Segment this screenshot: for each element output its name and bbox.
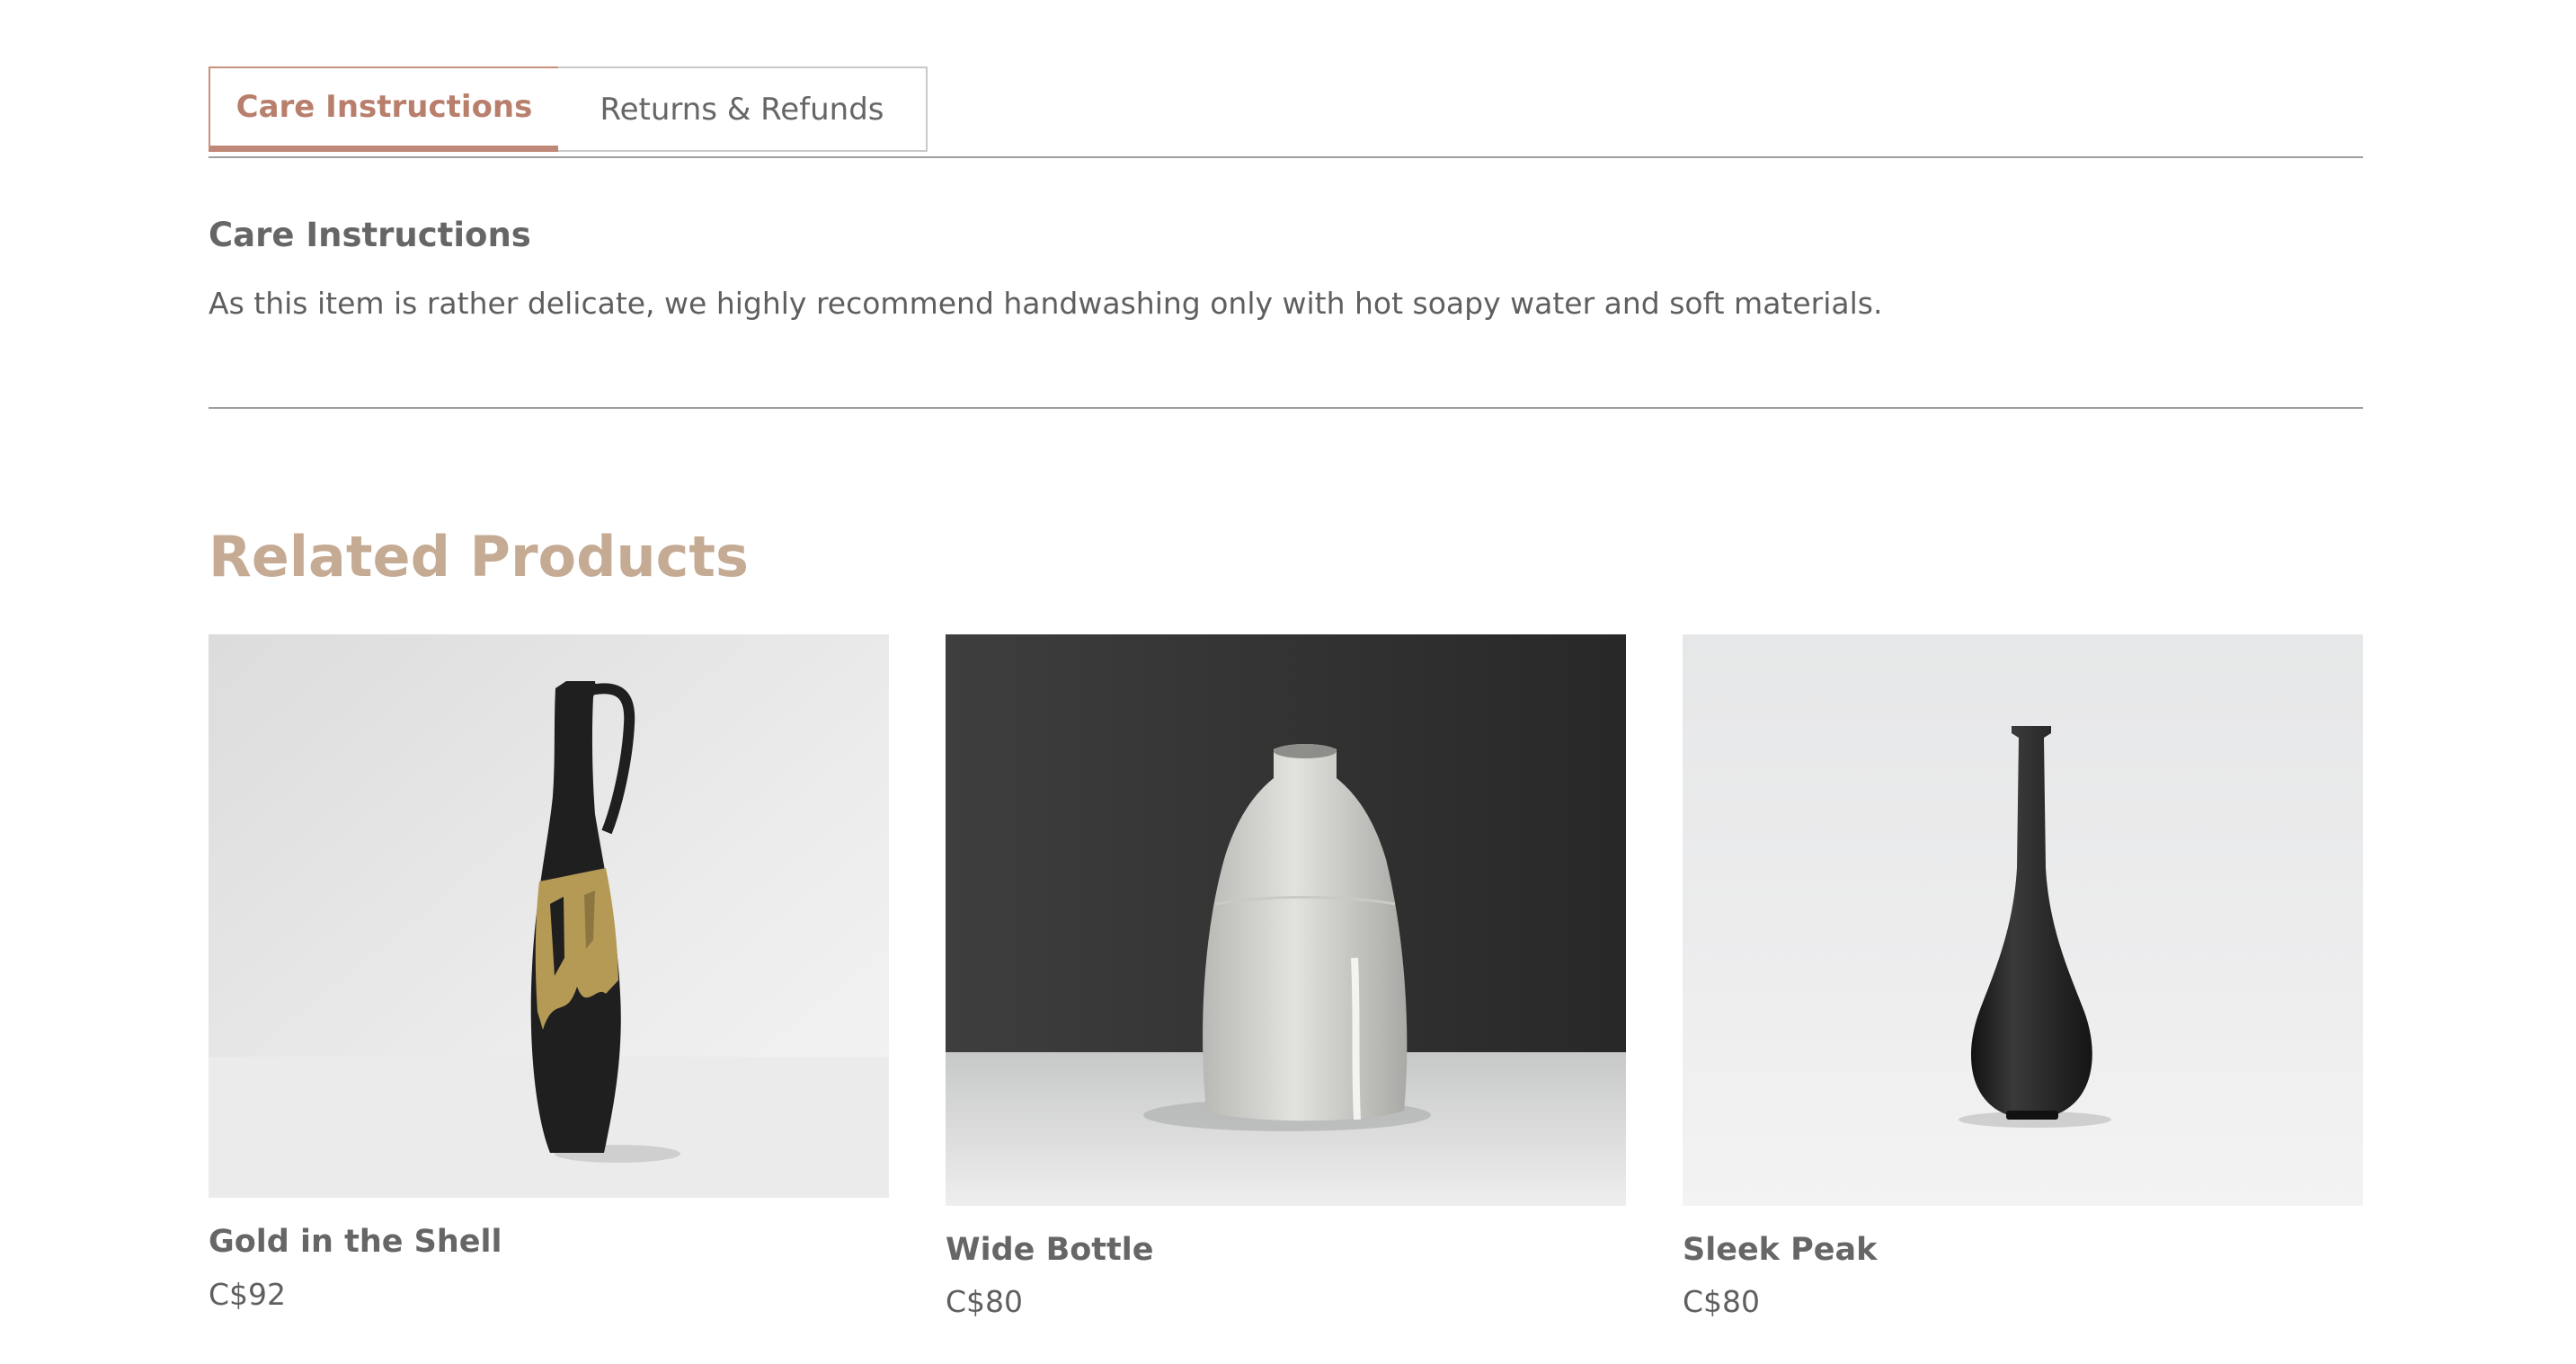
product-card-wide-bottle[interactable]: Wide Bottle C$80 — [946, 634, 1626, 1321]
care-instructions-heading: Care Instructions — [209, 216, 531, 254]
product-image-wide-bottle[interactable] — [946, 634, 1626, 1206]
product-card-gold-in-the-shell[interactable]: Gold in the Shell C$92 — [209, 634, 889, 1317]
care-instructions-text: As this item is rather delicate, we high… — [209, 286, 1883, 321]
section-divider — [209, 407, 2363, 409]
product-image-gold-in-the-shell[interactable] — [209, 634, 889, 1198]
product-name[interactable]: Wide Bottle — [946, 1232, 1154, 1268]
tabs-underline — [209, 156, 2363, 158]
tab-care-instructions[interactable]: Care Instructions — [209, 66, 560, 152]
related-products-heading: Related Products — [209, 524, 749, 589]
tab-returns-refunds[interactable]: Returns & Refunds — [558, 66, 928, 152]
product-price: C$92 — [209, 1277, 287, 1312]
product-price: C$80 — [1683, 1284, 1761, 1319]
tab-care-instructions-label: Care Instructions — [235, 89, 533, 125]
product-price: C$80 — [946, 1284, 1024, 1319]
tab-returns-refunds-label: Returns & Refunds — [600, 91, 884, 128]
product-name[interactable]: Sleek Peak — [1683, 1232, 1877, 1268]
product-card-sleek-peak[interactable]: Sleek Peak C$80 — [1683, 634, 2363, 1321]
product-info-tabs: Care Instructions Returns & Refunds — [209, 66, 2363, 159]
product-name[interactable]: Gold in the Shell — [209, 1224, 502, 1260]
product-image-sleek-peak[interactable] — [1683, 634, 2363, 1206]
